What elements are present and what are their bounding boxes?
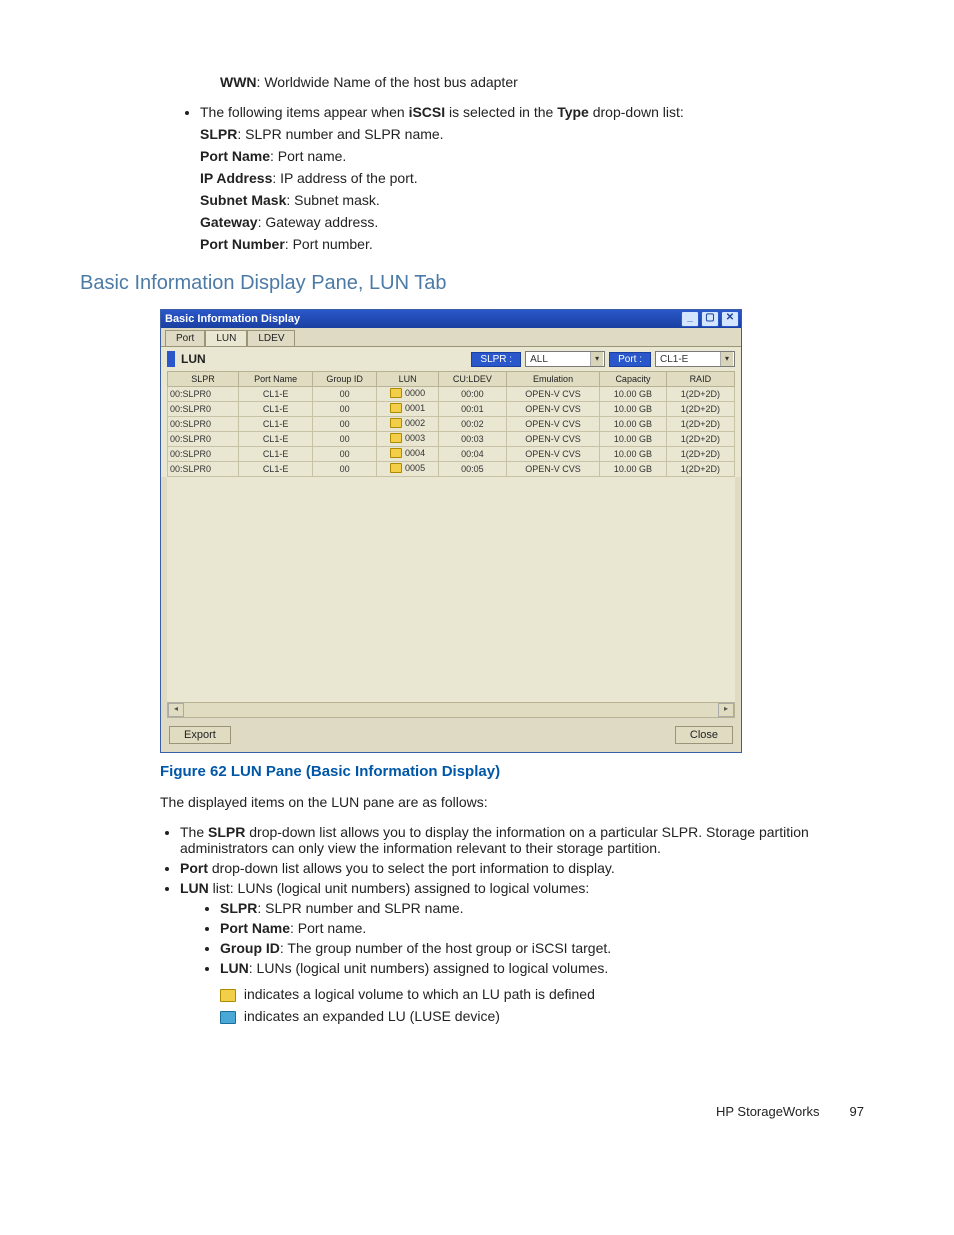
lun-sublabel: LUN [181, 352, 206, 366]
slpr-label: SLPR : [471, 352, 521, 367]
tab-port[interactable]: Port [165, 330, 205, 346]
volume-icon [390, 388, 402, 398]
port-label: Port : [609, 352, 651, 367]
volume-icon [390, 403, 402, 413]
volume-icon [390, 418, 402, 428]
col-emulation[interactable]: Emulation [506, 372, 599, 387]
table-row[interactable]: 00:SLPR0CL1-E00000400:04OPEN-V CVS10.00 … [168, 447, 735, 462]
lun-table: SLPR Port Name Group ID LUN CU:LDEV Emul… [167, 371, 735, 477]
close-button[interactable]: Close [675, 726, 733, 744]
section-heading: Basic Information Display Pane, LUN Tab [80, 272, 874, 295]
basic-info-window: Basic Information Display _ ▢ ✕ Port LUN… [160, 309, 742, 753]
volume-icon [390, 463, 402, 473]
figure-caption: Figure 62 LUN Pane (Basic Information Di… [160, 763, 874, 780]
table-row[interactable]: 00:SLPR0CL1-E00000300:03OPEN-V CVS10.00 … [168, 432, 735, 447]
volume-icon [390, 448, 402, 458]
luse-icon [220, 1011, 236, 1024]
lun-intro: The displayed items on the LUN pane are … [160, 794, 874, 810]
bullet-slpr-dd: The SLPR drop-down list allows you to di… [180, 824, 874, 856]
table-row[interactable]: 00:SLPR0CL1-E00000100:01OPEN-V CVS10.00 … [168, 402, 735, 417]
slpr-dropdown[interactable]: ALL [525, 351, 605, 367]
export-button[interactable]: Export [169, 726, 231, 744]
table-empty-area [167, 477, 735, 702]
close-icon[interactable]: ✕ [721, 311, 739, 327]
col-lun[interactable]: LUN [377, 372, 439, 387]
table-row[interactable]: 00:SLPR0CL1-E00000200:02OPEN-V CVS10.00 … [168, 417, 735, 432]
maximize-icon[interactable]: ▢ [701, 311, 719, 327]
volume-icon [220, 989, 236, 1002]
scroll-left-icon[interactable]: ◂ [168, 703, 184, 717]
port-dropdown[interactable]: CL1-E [655, 351, 735, 367]
table-row[interactable]: 00:SLPR0CL1-E00000500:05OPEN-V CVS10.00 … [168, 462, 735, 477]
tab-lun[interactable]: LUN [205, 330, 247, 346]
volume-icon [390, 433, 402, 443]
col-slpr[interactable]: SLPR [168, 372, 239, 387]
col-capacity[interactable]: Capacity [600, 372, 666, 387]
col-portname[interactable]: Port Name [239, 372, 313, 387]
wwn-line: WWN: Worldwide Name of the host bus adap… [220, 74, 874, 90]
table-row[interactable]: 00:SLPR0CL1-E00000000:00OPEN-V CVS10.00 … [168, 387, 735, 402]
horizontal-scrollbar[interactable]: ◂ ▸ [167, 702, 735, 718]
minimize-icon[interactable]: _ [681, 311, 699, 327]
window-title: Basic Information Display [165, 313, 300, 325]
col-culdev[interactable]: CU:LDEV [438, 372, 506, 387]
volume-icon-line: indicates a logical volume to which an L… [220, 986, 874, 1002]
lun-marker-icon [167, 351, 175, 367]
scroll-right-icon[interactable]: ▸ [718, 703, 734, 717]
col-raid[interactable]: RAID [666, 372, 734, 387]
page-footer: HP StorageWorks97 [80, 1104, 874, 1119]
bullet-port-dd: Port drop-down list allows you to select… [180, 860, 874, 876]
tab-ldev[interactable]: LDEV [247, 330, 295, 346]
col-groupid[interactable]: Group ID [313, 372, 377, 387]
iscsi-bullet: The following items appear when iSCSI is… [200, 104, 874, 252]
luse-icon-line: indicates an expanded LU (LUSE device) [220, 1008, 874, 1024]
bullet-lun-list: LUN list: LUNs (logical unit numbers) as… [180, 880, 874, 1024]
